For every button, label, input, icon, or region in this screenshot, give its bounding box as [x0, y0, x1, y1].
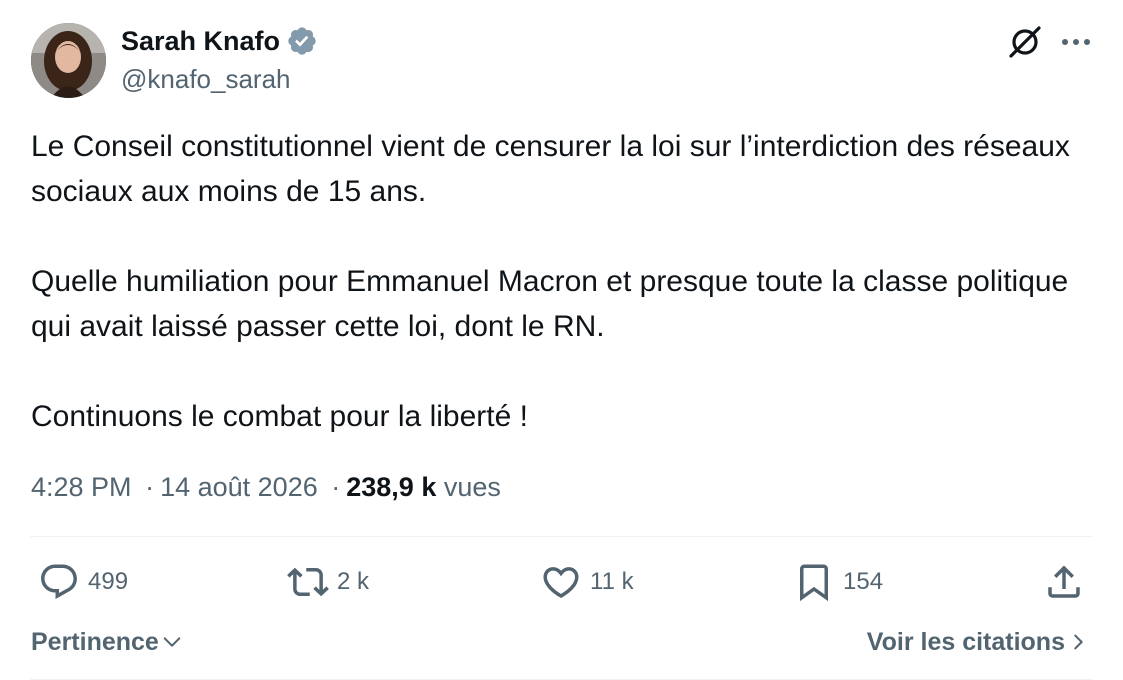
author-handle[interactable]: @knafo_sarah [121, 63, 291, 95]
author-display-name[interactable]: Sarah Knafo [121, 25, 280, 57]
avatar-image [31, 23, 106, 98]
avatar[interactable] [31, 23, 106, 98]
verified-badge-icon[interactable] [286, 25, 318, 57]
share-button[interactable] [1043, 560, 1085, 604]
sort-replies-toggle[interactable]: Pertinence [31, 622, 183, 662]
meta-separator: · [145, 472, 155, 502]
reply-icon [41, 564, 77, 599]
tweet-metadata: 4:28 PM · 14 août 2026 · 238,9 k vues [31, 468, 501, 506]
tweet-text: Le Conseil constitutionnel vient de cens… [31, 124, 1091, 439]
view-quotes-link[interactable]: Voir les citations [867, 622, 1089, 662]
more-options-icon[interactable] [1058, 28, 1094, 56]
tweet-detail: Sarah Knafo @knafo_sarah Le Conseil cons… [0, 0, 1123, 680]
chevron-right-icon [1074, 634, 1083, 650]
tweet-date[interactable]: 14 août 2026 [160, 472, 318, 502]
bookmark-button[interactable]: 154 [793, 560, 883, 604]
reply-count: 499 [88, 568, 129, 595]
repost-count: 2 k [337, 568, 370, 595]
like-button[interactable]: 11 k [540, 560, 634, 604]
repost-icon [287, 567, 329, 597]
meta-separator: · [331, 472, 341, 502]
tweet-paragraph: Quelle humiliation pour Emmanuel Macron … [31, 265, 1069, 343]
tweet-paragraph: Continuons le combat pour la liberté ! [31, 400, 528, 433]
views-label: vues [443, 472, 501, 502]
reply-button[interactable]: 499 [38, 560, 128, 604]
bookmark-count: 154 [843, 568, 884, 595]
divider [30, 536, 1093, 537]
sort-label: Pertinence [31, 627, 159, 656]
heart-icon [543, 567, 579, 599]
share-icon [1048, 565, 1080, 598]
tweet-time[interactable]: 4:28 PM [31, 472, 132, 502]
views-count[interactable]: 238,9 k [346, 472, 436, 502]
grok-icon[interactable] [1006, 23, 1044, 61]
repost-button[interactable]: 2 k [287, 560, 369, 604]
bookmark-icon [800, 564, 828, 602]
like-count: 11 k [590, 568, 634, 595]
chevron-down-icon [163, 637, 181, 647]
quotes-label: Voir les citations [866, 627, 1065, 656]
author-name-row[interactable]: Sarah Knafo [121, 25, 318, 57]
tweet-paragraph: Le Conseil constitutionnel vient de cens… [31, 130, 1070, 208]
